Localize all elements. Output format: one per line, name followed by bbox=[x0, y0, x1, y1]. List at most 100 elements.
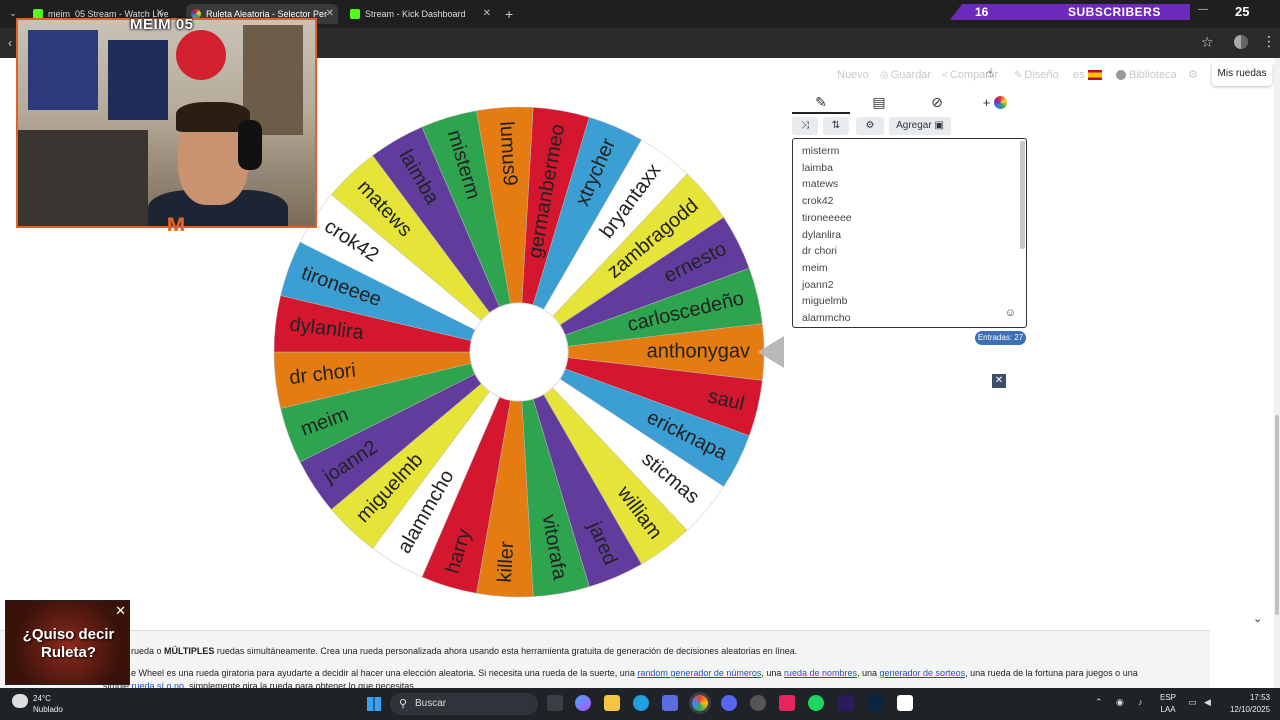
windows-start-icon[interactable] bbox=[367, 697, 381, 711]
chrome-icon[interactable] bbox=[692, 695, 708, 711]
info-section: rueda o MÚLTIPLES ruedas simultáneamente… bbox=[0, 630, 1210, 691]
photoshop-icon[interactable] bbox=[867, 695, 883, 711]
chevron-up-icon[interactable]: ⌃ bbox=[1095, 697, 1103, 708]
entry-line: misterm bbox=[802, 145, 840, 157]
new-tab-button[interactable]: + bbox=[505, 4, 513, 24]
overlay-corner-number: 25 bbox=[1235, 4, 1250, 19]
page-scrollbar-thumb[interactable] bbox=[1275, 415, 1279, 615]
kick-favicon-icon bbox=[350, 9, 360, 19]
entry-line: alammcho bbox=[802, 312, 851, 324]
lang-line-2: LAA bbox=[1160, 705, 1176, 714]
close-tab-icon[interactable]: ✕ bbox=[326, 4, 334, 24]
jersey-poster bbox=[108, 40, 168, 120]
info-text: rueda o bbox=[131, 646, 165, 656]
add-button-label: Agregar bbox=[896, 120, 932, 131]
tab-edit[interactable]: ✎ bbox=[792, 92, 850, 114]
tiktok-icon[interactable] bbox=[779, 695, 795, 711]
add-image-button[interactable]: Agregar ▣ bbox=[889, 117, 951, 135]
emoji-icon[interactable]: ☺ bbox=[1005, 307, 1016, 319]
entry-line: laimba bbox=[802, 161, 833, 174]
shelf bbox=[243, 25, 303, 135]
plus-icon: + bbox=[982, 95, 991, 110]
file-explorer-icon[interactable] bbox=[604, 695, 620, 711]
entry-line: joann2 bbox=[802, 278, 834, 291]
gear-icon: ⚙ bbox=[865, 120, 875, 131]
more-menu-icon[interactable]: ⋮ bbox=[1262, 33, 1276, 50]
subscriber-label: SUBSCRIBERS bbox=[1068, 5, 1161, 19]
search-icon: ⚲ bbox=[399, 698, 408, 710]
task-view-icon[interactable] bbox=[547, 695, 563, 711]
info-line-2: e Wheel es una rueda giratoria para ayud… bbox=[131, 668, 1138, 678]
settings-icon[interactable]: ⚙ bbox=[1188, 68, 1198, 82]
premiere-icon[interactable] bbox=[838, 695, 854, 711]
obs-icon[interactable] bbox=[750, 695, 766, 711]
wheel-center-button[interactable] bbox=[469, 302, 569, 402]
entry-line: matews bbox=[802, 178, 839, 191]
advanced-button[interactable]: ⚙ bbox=[856, 117, 884, 135]
chevron-down-icon[interactable]: ⌄ bbox=[1253, 612, 1262, 625]
lang-line-1: ESP bbox=[1159, 693, 1176, 702]
pencil-icon: ✎ bbox=[815, 94, 827, 110]
wheel-segment-label: killer bbox=[494, 541, 518, 584]
tab-add-color[interactable]: + bbox=[966, 92, 1024, 114]
link-generador-sorteos[interactable]: generador de sorteos bbox=[880, 668, 966, 678]
promo-line-2: Ruleta? bbox=[40, 644, 96, 661]
menu-diseno[interactable]: ✎ Diseño bbox=[1014, 68, 1059, 82]
edge-icon[interactable] bbox=[633, 695, 649, 711]
microphone-icon[interactable]: ♪ bbox=[1138, 697, 1143, 707]
link-rueda-nombres[interactable]: rueda de nombres bbox=[784, 668, 857, 678]
spotify-icon[interactable] bbox=[808, 695, 824, 711]
sort-button[interactable]: ⇅ bbox=[823, 117, 849, 135]
bookmark-star-icon[interactable]: ☆ bbox=[1201, 34, 1214, 51]
link-random-numeros[interactable]: random generador de números bbox=[637, 668, 761, 678]
menu-language[interactable]: es bbox=[1073, 68, 1102, 82]
tab-results[interactable]: ▤ bbox=[850, 92, 908, 114]
capcut-icon[interactable] bbox=[897, 695, 913, 711]
color-wheel-icon bbox=[994, 96, 1008, 109]
menu-diseno-label: Diseño bbox=[1024, 69, 1059, 81]
entries-scrollbar[interactable] bbox=[1020, 141, 1025, 249]
clipboard-icon: ▤ bbox=[872, 94, 886, 110]
profile-avatar-icon[interactable] bbox=[1234, 35, 1248, 49]
copilot-icon[interactable] bbox=[575, 695, 591, 711]
store-icon[interactable] bbox=[662, 695, 678, 711]
share-icon: < bbox=[942, 70, 948, 81]
sort-icon: ⇅ bbox=[831, 120, 841, 131]
menu-nuevo[interactable]: Nuevo bbox=[837, 68, 869, 82]
menu-biblioteca[interactable]: Biblioteca bbox=[1116, 68, 1177, 82]
entry-line: miguelmb bbox=[802, 295, 848, 308]
discord-icon[interactable] bbox=[721, 695, 737, 711]
spin-wheel[interactable]: anthonygavsaulericknapasticmaswilliamjar… bbox=[271, 104, 767, 600]
volume-icon[interactable]: ◀ bbox=[1204, 697, 1211, 708]
search-placeholder: Buscar bbox=[415, 698, 447, 709]
close-tab-icon[interactable]: ✕ bbox=[483, 4, 491, 24]
close-icon[interactable]: ✕ bbox=[992, 374, 1006, 388]
clock-date: 12/10/2025 bbox=[1229, 705, 1270, 714]
taskbar-search[interactable]: ⚲ Buscar bbox=[390, 693, 538, 715]
streamer-logo-icon: ᴍ bbox=[166, 207, 186, 237]
minimize-icon[interactable]: — bbox=[1198, 4, 1208, 15]
system-clock[interactable]: 17:53 12/10/2025 bbox=[1226, 692, 1270, 716]
eye-off-icon: ⊘ bbox=[931, 94, 943, 110]
close-icon[interactable]: ✕ bbox=[115, 603, 126, 619]
network-icon[interactable]: ◉ bbox=[1116, 697, 1124, 708]
shuffle-button[interactable]: ⤨ bbox=[792, 117, 818, 135]
menu-guardar[interactable]: ◎ Guardar bbox=[880, 68, 931, 82]
tab-label: Stream - Kick Dashboard bbox=[365, 9, 466, 19]
clock-time: 17:53 bbox=[1249, 693, 1270, 702]
tab-hidden[interactable]: ⊘ bbox=[908, 92, 966, 114]
wifi-icon[interactable]: ▭ bbox=[1188, 697, 1197, 708]
back-icon[interactable]: ‹ bbox=[8, 36, 12, 50]
entry-line: meim bbox=[802, 261, 828, 274]
tab-kick-dashboard[interactable]: Stream - Kick Dashboard ✕ bbox=[345, 4, 495, 24]
cloud-icon bbox=[12, 694, 28, 708]
info-text: , una rueda de la fortuna para juegos o … bbox=[965, 668, 1138, 678]
mis-ruedas-button[interactable]: Mis ruedas bbox=[1212, 62, 1272, 86]
promo-overlay[interactable]: ¿Quiso decir Ruleta? ✕ bbox=[5, 600, 130, 685]
wheel-pointer bbox=[758, 336, 784, 368]
info-text: , una bbox=[856, 668, 880, 678]
language-indicator[interactable]: ESP LAA bbox=[1158, 692, 1178, 716]
brush-icon: ✎ bbox=[1014, 70, 1023, 81]
entries-textarea[interactable]: misterm laimba matews crok42 tironeeeee dylan… bbox=[792, 138, 1027, 328]
entries-count-badge: Entradas: 27 bbox=[975, 331, 1026, 345]
